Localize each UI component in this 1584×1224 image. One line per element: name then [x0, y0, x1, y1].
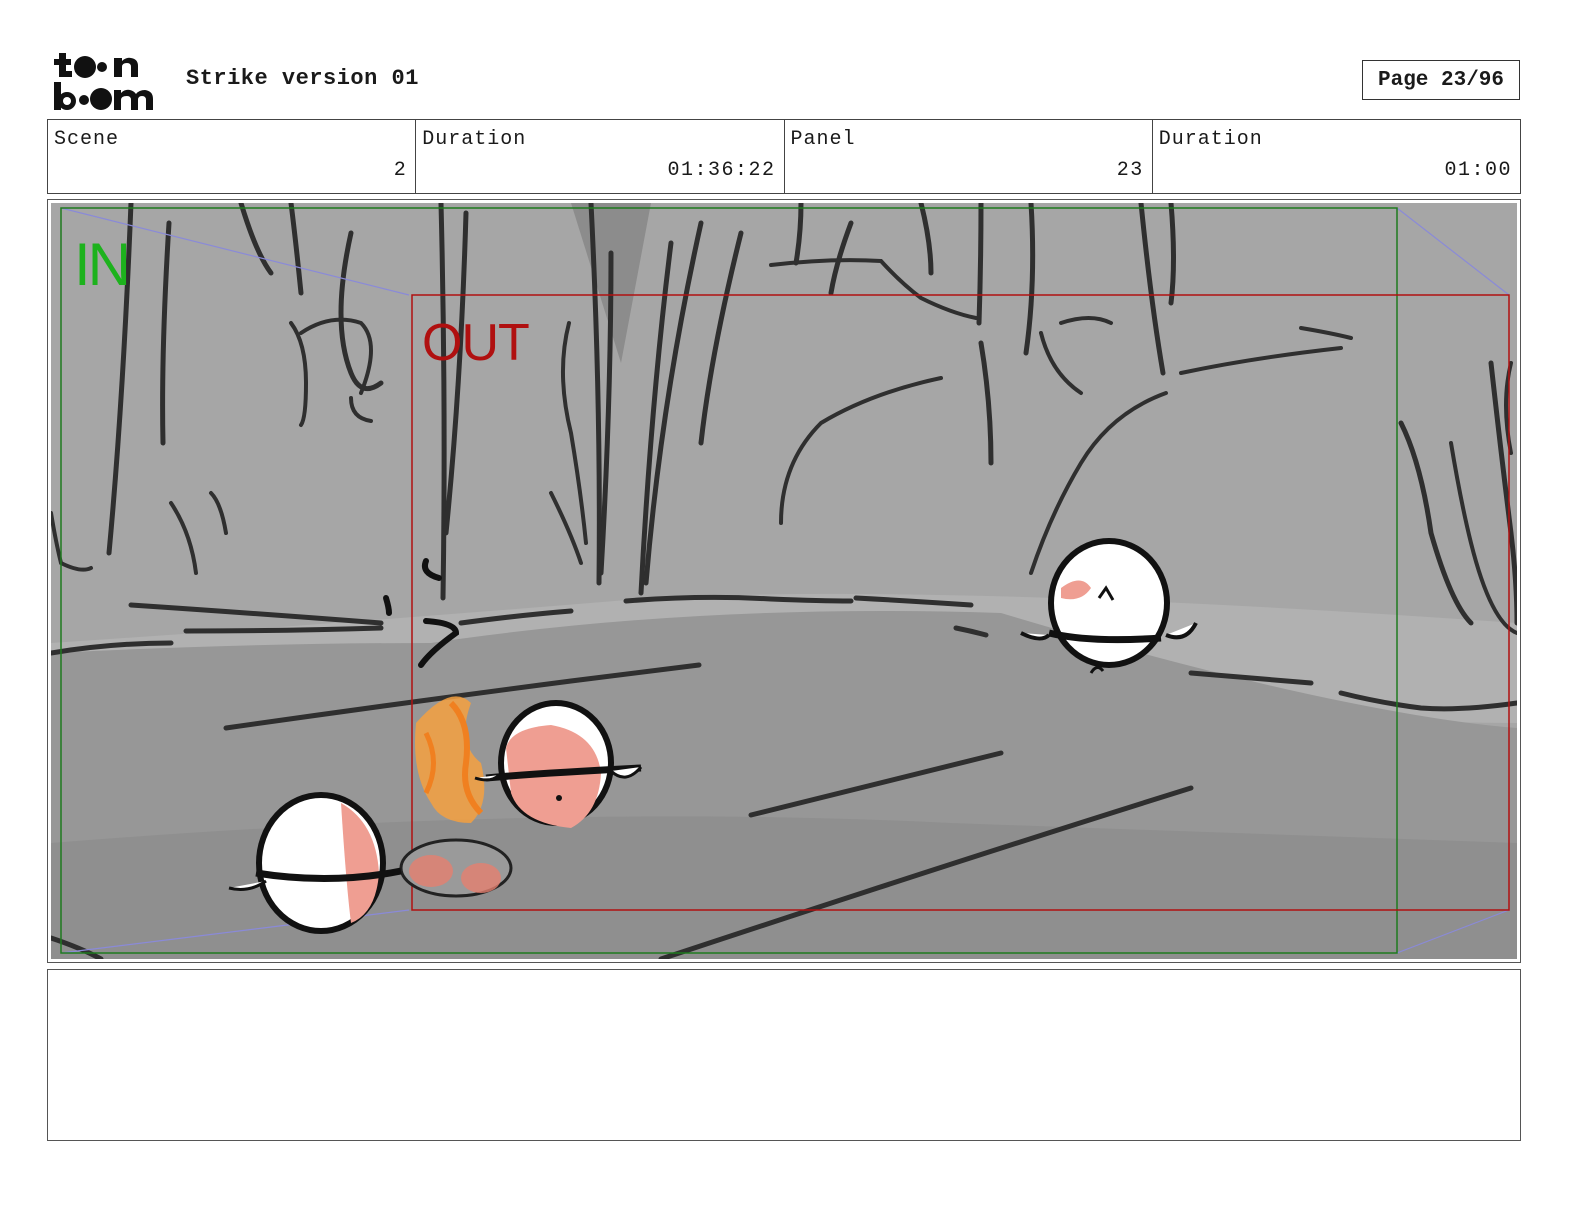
scene-cell: Scene 2: [48, 120, 417, 193]
panel-info-table: Scene 2 Duration 01:36:22 Panel 23 Durat…: [47, 119, 1521, 194]
panel-notes-box[interactable]: [47, 969, 1521, 1141]
panel-value: 23: [1116, 159, 1144, 182]
panel-cell: Panel 23: [785, 120, 1153, 193]
scene-label: Scene: [54, 128, 120, 151]
panel-duration-value: 01:00: [1444, 159, 1512, 182]
panel-drawing: [51, 203, 1517, 959]
scene-duration-label: Duration: [422, 128, 527, 151]
page-indicator: Page 23/96: [1362, 60, 1520, 100]
storyboard-panel: [47, 199, 1521, 963]
in-frame-label: IN: [74, 231, 131, 298]
scene-duration-cell: Duration 01:36:22: [416, 120, 785, 193]
document-title: Strike version 01: [186, 66, 419, 91]
scene-duration-value: 01:36:22: [667, 159, 776, 182]
sketch-artwork: [51, 203, 1517, 959]
scene-value: 2: [393, 159, 408, 182]
panel-label: Panel: [790, 128, 856, 151]
out-frame-label: OUT: [422, 314, 530, 372]
panel-duration-label: Duration: [1158, 128, 1263, 151]
panel-duration-cell: Duration 01:00: [1153, 120, 1520, 193]
toonboom-logo: [52, 50, 164, 112]
